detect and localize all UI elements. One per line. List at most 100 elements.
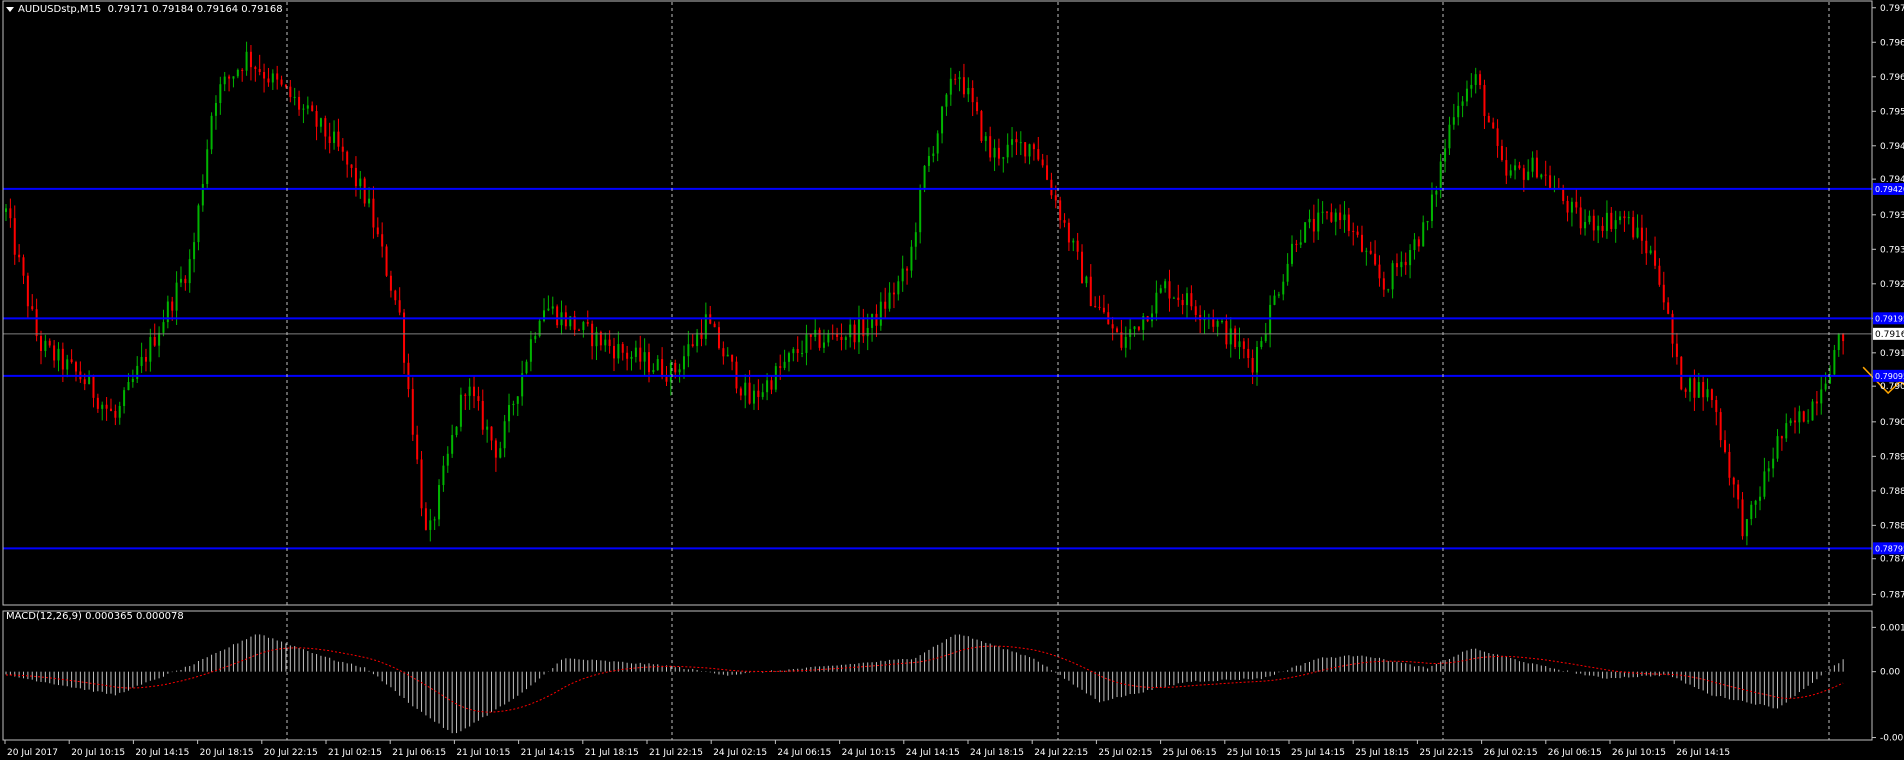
candle-body xyxy=(350,164,353,168)
candle-body xyxy=(416,434,419,460)
candle-body xyxy=(691,344,694,347)
horizontal-line-price-label: 0.79195 xyxy=(1875,314,1904,323)
candle-body xyxy=(31,306,34,310)
candle-body xyxy=(179,278,182,283)
candle-body xyxy=(1133,326,1136,330)
time-tick-label: 24 Jul 18:15 xyxy=(970,748,1024,758)
candle-body xyxy=(1251,357,1254,373)
macd-tick-label: 0.001329 xyxy=(1880,623,1904,633)
candle-body xyxy=(48,340,51,346)
horizontal-line-price-label: 0.79095 xyxy=(1875,372,1904,381)
trading-chart[interactable]: 0.79735 0.79675 0.79615 0.79555 0.79495 0.794… xyxy=(0,0,1904,760)
candle-body xyxy=(604,339,607,346)
candle-body xyxy=(1570,201,1573,213)
candle-body xyxy=(717,327,720,349)
candle-body xyxy=(1155,292,1158,314)
candle-body xyxy=(661,359,664,377)
candle-body xyxy=(752,390,755,404)
candle-body xyxy=(639,347,642,362)
candle-body xyxy=(1054,195,1057,201)
candle-body xyxy=(228,76,231,79)
candle-body xyxy=(1802,411,1805,422)
candle-body xyxy=(92,376,95,398)
candle-body xyxy=(1067,222,1070,243)
candle-body xyxy=(1325,211,1328,213)
candle-body xyxy=(1794,420,1797,423)
price-tick-label: 0.79315 xyxy=(1880,245,1904,255)
candle-body xyxy=(494,440,497,458)
candle-body xyxy=(459,394,462,427)
open-value: 0.79171 xyxy=(107,4,149,15)
candle-body xyxy=(1842,333,1845,342)
candle-body xyxy=(1295,243,1298,245)
candle-body xyxy=(529,339,532,362)
price-panel[interactable] xyxy=(3,41,1904,550)
candle-body xyxy=(840,336,843,341)
price-tick-label: 0.79675 xyxy=(1880,38,1904,48)
candle-body xyxy=(26,275,29,307)
candle-body xyxy=(171,301,174,311)
candle-body xyxy=(1500,145,1503,161)
candle-body xyxy=(5,208,7,212)
candle-body xyxy=(481,400,484,430)
candle-body xyxy=(1255,346,1258,373)
symbol-label: AUDUSDstp,M15 xyxy=(18,4,102,15)
candle-body xyxy=(1177,297,1180,300)
time-tick-label: 25 Jul 22:15 xyxy=(1419,748,1473,758)
candle-body xyxy=(149,337,152,362)
candle-body xyxy=(1098,306,1101,308)
candle-body xyxy=(22,257,25,276)
candle-body xyxy=(822,342,825,348)
time-tick-label: 24 Jul 14:15 xyxy=(906,748,960,758)
candle-body xyxy=(919,188,922,233)
candle-body xyxy=(1002,157,1005,159)
candle-body xyxy=(1689,378,1692,392)
candle-body xyxy=(1037,149,1040,160)
candle-body xyxy=(879,301,882,326)
candle-body xyxy=(582,322,585,331)
candle-body xyxy=(1085,276,1088,284)
candle-body xyxy=(206,149,209,185)
candle-body xyxy=(53,345,56,361)
candle-body xyxy=(962,77,965,95)
candle-body xyxy=(1540,174,1543,178)
candle-body xyxy=(1820,389,1823,404)
candle-body xyxy=(254,67,257,69)
candle-body xyxy=(897,281,900,295)
candle-body xyxy=(136,365,139,379)
candle-body xyxy=(801,352,804,354)
candle-body xyxy=(1439,161,1442,191)
candle-body xyxy=(1273,295,1276,305)
candle-body xyxy=(971,87,974,103)
candle-body xyxy=(1575,201,1578,208)
candle-body xyxy=(1221,321,1224,323)
low-value: 0.79164 xyxy=(196,4,239,15)
candle-body xyxy=(906,268,909,271)
candle-body xyxy=(315,111,318,127)
candle-body xyxy=(936,133,939,154)
candle-body xyxy=(512,403,515,406)
candle-body xyxy=(989,136,992,158)
candle-body xyxy=(1562,188,1565,201)
candle-body xyxy=(289,86,292,98)
time-tick-label: 26 Jul 02:15 xyxy=(1484,748,1538,758)
candle-body xyxy=(1299,242,1302,245)
chevron-down-icon[interactable] xyxy=(6,6,14,12)
candle-body xyxy=(1094,306,1097,308)
time-tick-label: 21 Jul 02:15 xyxy=(328,748,382,758)
candle-body xyxy=(608,339,611,346)
candle-body xyxy=(477,396,480,401)
candle-body xyxy=(175,282,178,311)
candle-body xyxy=(1032,144,1035,150)
candle-body xyxy=(1636,227,1639,238)
candle-body xyxy=(669,362,672,382)
candle-body xyxy=(1059,200,1062,221)
candle-body xyxy=(372,198,375,228)
macd-panel[interactable] xyxy=(5,634,1844,734)
candle-body xyxy=(779,366,782,368)
candle-body xyxy=(1024,142,1027,157)
candle-body xyxy=(1404,261,1407,266)
candle-body xyxy=(96,397,99,409)
candle-body xyxy=(774,366,777,390)
candle-body xyxy=(1470,84,1473,89)
